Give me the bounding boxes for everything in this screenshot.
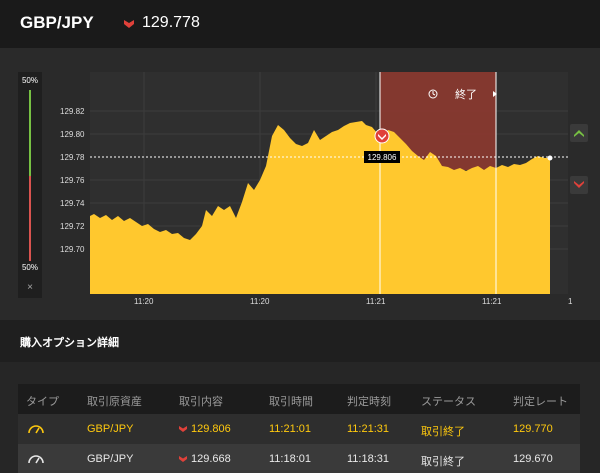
row-content: 129.806 <box>179 423 231 435</box>
col-content: 取引内容 <box>179 396 223 408</box>
y-tick-labels: 129.82 129.80 129.78 129.76 129.74 129.7… <box>60 107 85 254</box>
x-tick-labels: 11:20 11:20 11:21 11:21 1 <box>134 297 573 306</box>
row-content: 129.668 <box>179 453 231 465</box>
low-button[interactable] <box>570 176 588 194</box>
col-type: タイプ <box>26 396 59 408</box>
chart-canvas: 129.82 129.80 129.78 129.76 129.74 129.7… <box>60 72 573 306</box>
col-judge-rate: 判定レート <box>513 396 568 408</box>
current-price-dot <box>547 155 553 161</box>
currency-pair: GBP/JPY <box>20 13 94 32</box>
row-judge-time: 11:21:31 <box>347 423 390 435</box>
down-arrow-icon <box>179 456 187 463</box>
gauge-up-bar <box>29 90 31 176</box>
col-asset: 取引原資産 <box>87 396 142 408</box>
y-tick: 129.82 <box>60 107 85 116</box>
y-tick: 129.70 <box>60 245 85 254</box>
x-tick-edge: 1 <box>568 297 573 306</box>
row-asset: GBP/JPY <box>87 453 134 465</box>
options-table: タイプ 取引原資産 取引内容 取引時間 判定時刻 ステータス 判定レート GBP… <box>18 384 580 473</box>
col-status: ステータス <box>421 396 476 408</box>
table-row[interactable]: GBP/JPY 129.668 11:18:01 11:18:31 取引終了 1… <box>18 444 580 473</box>
up-arrow-icon <box>574 130 584 137</box>
row-status: 取引終了 <box>421 426 465 438</box>
down-percent: 50% <box>21 263 38 272</box>
x-tick: 11:21 <box>366 297 386 306</box>
col-trade-time: 取引時間 <box>269 396 313 408</box>
row-trade-time: 11:18:01 <box>269 453 312 465</box>
row-entry-rate: 129.806 <box>191 423 231 435</box>
gauge-down-bar <box>29 176 31 261</box>
row-status: 取引終了 <box>421 456 465 468</box>
price-chart: 129.82 129.80 129.78 129.76 129.74 129.7… <box>0 48 600 320</box>
y-tick: 129.80 <box>60 130 85 139</box>
table-row[interactable]: GBP/JPY 129.806 11:21:01 11:21:31 取引終了 1… <box>18 414 580 444</box>
row-trade-time: 11:21:01 <box>269 423 312 435</box>
row-judge-rate: 129.670 <box>513 453 553 465</box>
gauge-icon <box>28 455 44 464</box>
top-bar: GBP/JPY 129.778 <box>0 0 600 48</box>
row-judge-time: 11:18:31 <box>347 453 390 465</box>
row-judge-rate: 129.770 <box>513 423 553 435</box>
x-tick: 11:21 <box>482 297 502 306</box>
x-tick: 11:20 <box>134 297 154 306</box>
row-entry-rate: 129.668 <box>191 453 231 465</box>
down-arrow-icon <box>179 426 187 433</box>
close-icon[interactable]: × <box>18 282 42 293</box>
col-judge-time: 判定時刻 <box>347 396 391 408</box>
expiry-label: 終了 <box>455 87 477 101</box>
sentiment-gauge: 50% 50% × <box>18 72 42 298</box>
entry-label: 129.806 <box>368 153 397 162</box>
high-button[interactable] <box>570 124 588 142</box>
up-percent: 50% <box>21 76 38 85</box>
y-tick: 129.74 <box>60 199 85 208</box>
y-tick: 129.72 <box>60 222 85 231</box>
details-header: 購入オプション詳細 <box>0 320 600 362</box>
current-rate: 129.778 <box>142 14 200 31</box>
y-tick: 129.78 <box>60 153 85 162</box>
x-tick: 11:20 <box>250 297 270 306</box>
gauge-icon <box>28 425 44 434</box>
row-asset: GBP/JPY <box>87 423 134 435</box>
y-tick: 129.76 <box>60 176 85 185</box>
table-header: タイプ 取引原資産 取引内容 取引時間 判定時刻 ステータス 判定レート <box>18 384 580 414</box>
down-arrow-icon <box>124 20 134 28</box>
details-title: 購入オプション詳細 <box>20 337 119 349</box>
down-arrow-icon <box>574 181 584 188</box>
